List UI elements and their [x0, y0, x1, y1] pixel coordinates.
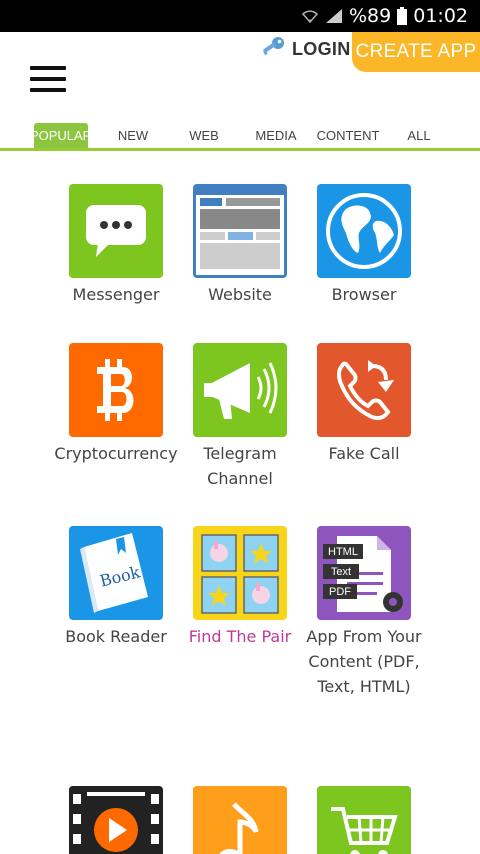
app-label: Messenger — [72, 285, 160, 304]
webpage-icon — [193, 184, 287, 278]
app-tile-telegram-channel[interactable]: Telegram Channel — [177, 343, 303, 491]
app-tile-cryptocurrency[interactable]: Cryptocurrency — [53, 343, 179, 466]
chip-pdf: PDF — [329, 586, 351, 598]
globe-icon — [317, 184, 411, 278]
chip-text: Text — [331, 566, 351, 578]
app-tile-app-from-content[interactable]: HTML Text PDF App From Your Content (PDF… — [301, 526, 427, 699]
document-icon: HTML Text PDF — [317, 526, 411, 620]
tab-media[interactable]: MEDIA — [253, 123, 299, 148]
app-label: Telegram Channel — [203, 444, 277, 488]
battery-icon — [397, 7, 408, 25]
app-label: Cryptocurrency — [54, 444, 178, 463]
app-tile-messenger[interactable]: Messenger — [53, 184, 179, 307]
wifi-icon — [301, 7, 319, 25]
signal-icon — [325, 8, 343, 24]
app-label: Fake Call — [328, 444, 400, 463]
phone-callback-icon — [317, 343, 411, 437]
tab-content[interactable]: CONTENT — [317, 123, 380, 148]
category-tabs: POPULAR NEW WEB MEDIA CONTENT ALL — [0, 117, 480, 151]
app-label: Browser — [331, 285, 397, 304]
app-label: Website — [208, 285, 272, 304]
app-tile-shop[interactable] — [301, 786, 427, 854]
app-tile-find-the-pair[interactable]: Find The Pair — [177, 526, 303, 649]
shopping-cart-icon — [317, 786, 411, 854]
clock: 01:02 — [413, 5, 468, 27]
app-tile-website[interactable]: Website — [177, 184, 303, 307]
login-label: LOGIN — [292, 38, 351, 59]
bitcoin-icon — [69, 343, 163, 437]
hamburger-menu-icon[interactable] — [30, 66, 66, 92]
app-label: Find The Pair — [188, 627, 292, 646]
cards-icon — [193, 526, 287, 620]
chip-html: HTML — [328, 546, 358, 558]
app-label: App From Your Content (PDF, Text, HTML) — [306, 627, 422, 696]
create-app-button[interactable]: CREATE APP — [352, 32, 480, 72]
tab-web[interactable]: WEB — [185, 123, 223, 148]
tab-all[interactable]: ALL — [404, 123, 434, 148]
app-tile-video[interactable] — [53, 786, 179, 854]
video-film-icon — [69, 786, 163, 854]
app-tile-music[interactable] — [177, 786, 303, 854]
music-note-icon — [193, 786, 287, 854]
login-link[interactable]: LOGIN — [260, 34, 351, 64]
battery-percent: %89 — [349, 5, 392, 27]
header: LOGIN CREATE APP — [0, 32, 480, 117]
book-icon: Book — [69, 526, 163, 620]
status-bar: %89 01:02 — [0, 0, 480, 32]
key-icon — [260, 35, 286, 63]
tab-popular[interactable]: POPULAR — [30, 123, 92, 148]
tab-new[interactable]: NEW — [112, 123, 154, 148]
chat-bubble-icon — [69, 184, 163, 278]
megaphone-icon — [193, 343, 287, 437]
app-tile-browser[interactable]: Browser — [301, 184, 427, 307]
app-tile-fake-call[interactable]: Fake Call — [301, 343, 427, 466]
app-tile-book-reader[interactable]: Book Book Reader — [53, 526, 179, 649]
app-label: Book Reader — [65, 627, 167, 646]
